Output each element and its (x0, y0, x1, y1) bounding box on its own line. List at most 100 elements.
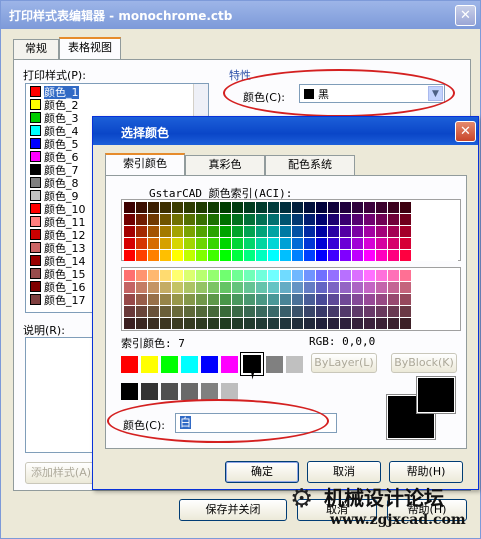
aci-color-cell[interactable] (268, 202, 279, 213)
aci-color-cell[interactable] (244, 294, 255, 305)
aci-color-cell[interactable] (172, 318, 183, 329)
aci-color-cell[interactable] (148, 294, 159, 305)
tab-color-books[interactable]: 配色系统 (265, 155, 355, 175)
aci-color-cell[interactable] (292, 214, 303, 225)
aci-color-cell[interactable] (364, 250, 375, 261)
gray-color-swatch[interactable] (121, 383, 138, 400)
aci-color-cell[interactable] (172, 238, 183, 249)
aci-color-cell[interactable] (208, 318, 219, 329)
aci-color-cell[interactable] (316, 270, 327, 281)
aci-color-cell[interactable] (400, 270, 411, 281)
aci-color-cell[interactable] (280, 318, 291, 329)
aci-color-cell[interactable] (304, 250, 315, 261)
standard-color-swatch[interactable] (201, 355, 218, 373)
aci-color-cell[interactable] (196, 306, 207, 317)
tab-table-view[interactable]: 表格视图 (59, 37, 121, 59)
aci-color-cell[interactable] (160, 318, 171, 329)
aci-color-cell[interactable] (136, 270, 147, 281)
aci-color-cell[interactable] (148, 306, 159, 317)
aci-color-cell[interactable] (268, 270, 279, 281)
aci-color-cell[interactable] (268, 282, 279, 293)
aci-color-cell[interactable] (340, 294, 351, 305)
aci-color-cell[interactable] (196, 202, 207, 213)
gray-color-swatch[interactable] (141, 383, 158, 400)
aci-color-cell[interactable] (316, 214, 327, 225)
aci-color-cell[interactable] (220, 282, 231, 293)
aci-color-cell[interactable] (208, 270, 219, 281)
aci-color-cell[interactable] (304, 318, 315, 329)
aci-color-cell[interactable] (292, 294, 303, 305)
aci-color-cell[interactable] (352, 226, 363, 237)
aci-color-cell[interactable] (280, 202, 291, 213)
aci-color-cell[interactable] (124, 250, 135, 261)
aci-color-cell[interactable] (208, 294, 219, 305)
aci-color-cell[interactable] (244, 306, 255, 317)
aci-color-cell[interactable] (172, 270, 183, 281)
aci-color-cell[interactable] (352, 318, 363, 329)
aci-color-cell[interactable] (328, 270, 339, 281)
aci-color-cell[interactable] (388, 294, 399, 305)
aci-color-cell[interactable] (304, 226, 315, 237)
aci-color-cell[interactable] (220, 318, 231, 329)
aci-color-cell[interactable] (328, 318, 339, 329)
aci-color-cell[interactable] (208, 306, 219, 317)
aci-color-cell[interactable] (280, 226, 291, 237)
aci-color-cell[interactable] (388, 250, 399, 261)
aci-color-cell[interactable] (256, 226, 267, 237)
aci-color-cell[interactable] (208, 238, 219, 249)
aci-color-cell[interactable] (268, 318, 279, 329)
gray-color-swatch[interactable] (181, 383, 198, 400)
aci-color-cell[interactable] (124, 294, 135, 305)
aci-color-cell[interactable] (124, 318, 135, 329)
standard-color-swatch[interactable] (221, 355, 238, 373)
dialog-close-button[interactable]: ✕ (455, 121, 476, 142)
aci-color-cell[interactable] (376, 306, 387, 317)
aci-color-cell[interactable] (256, 270, 267, 281)
aci-color-cell[interactable] (172, 294, 183, 305)
aci-color-cell[interactable] (340, 306, 351, 317)
aci-color-cell[interactable] (400, 238, 411, 249)
aci-color-cell[interactable] (316, 294, 327, 305)
tab-true-color[interactable]: 真彩色 (185, 155, 265, 175)
aci-color-cell[interactable] (184, 226, 195, 237)
aci-color-cell[interactable] (304, 282, 315, 293)
aci-color-cell[interactable] (160, 226, 171, 237)
aci-color-cell[interactable] (388, 202, 399, 213)
aci-color-cell[interactable] (328, 226, 339, 237)
aci-color-cell[interactable] (196, 250, 207, 261)
aci-color-cell[interactable] (352, 306, 363, 317)
aci-color-cell[interactable] (148, 250, 159, 261)
aci-color-cell[interactable] (184, 238, 195, 249)
aci-color-cell[interactable] (388, 226, 399, 237)
aci-color-cell[interactable] (352, 238, 363, 249)
aci-color-cell[interactable] (208, 202, 219, 213)
aci-color-cell[interactable] (364, 214, 375, 225)
aci-color-cell[interactable] (160, 282, 171, 293)
aci-color-cell[interactable] (280, 214, 291, 225)
aci-color-cell[interactable] (292, 270, 303, 281)
aci-color-cell[interactable] (340, 270, 351, 281)
aci-color-cell[interactable] (232, 250, 243, 261)
aci-color-cell[interactable] (148, 202, 159, 213)
aci-color-cell[interactable] (160, 250, 171, 261)
aci-color-cell[interactable] (280, 238, 291, 249)
aci-color-cell[interactable] (268, 238, 279, 249)
aci-color-cell[interactable] (160, 270, 171, 281)
aci-color-cell[interactable] (364, 318, 375, 329)
aci-color-cell[interactable] (232, 306, 243, 317)
aci-color-cell[interactable] (184, 270, 195, 281)
aci-color-cell[interactable] (304, 294, 315, 305)
aci-color-cell[interactable] (328, 238, 339, 249)
aci-color-cell[interactable] (244, 226, 255, 237)
aci-color-cell[interactable] (124, 226, 135, 237)
aci-color-cell[interactable] (304, 214, 315, 225)
aci-color-cell[interactable] (352, 214, 363, 225)
aci-color-cell[interactable] (340, 250, 351, 261)
aci-color-cell[interactable] (280, 250, 291, 261)
aci-color-cell[interactable] (160, 306, 171, 317)
aci-color-cell[interactable] (232, 282, 243, 293)
aci-color-cell[interactable] (304, 306, 315, 317)
aci-color-cell[interactable] (340, 202, 351, 213)
aci-color-cell[interactable] (292, 226, 303, 237)
aci-color-cell[interactable] (124, 282, 135, 293)
